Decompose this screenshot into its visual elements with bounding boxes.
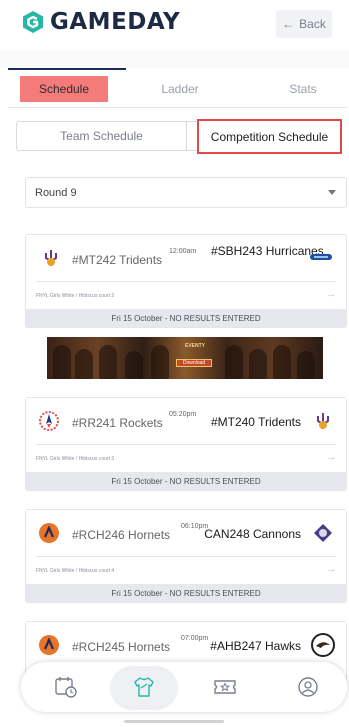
schedule-type-toggle: Team Schedule Competition Schedule	[16, 119, 342, 154]
home-indicator	[124, 720, 224, 723]
away-team-name: #AHB247 Hawks	[210, 639, 301, 653]
cannons-logo-icon	[314, 524, 332, 542]
hornets-logo-icon	[39, 635, 59, 655]
ad-banner[interactable]: EVENTY Download	[47, 337, 323, 379]
match-result-status: Fri 15 October - NO RESULTS ENTERED	[26, 309, 346, 327]
jersey-icon[interactable]	[132, 676, 156, 698]
ticket-star-icon[interactable]	[213, 676, 237, 698]
away-team-name: #MT240 Tridents	[210, 415, 301, 429]
match-card[interactable]: #RCH246 Hornets 06:10pm CAN248 Cannons F…	[25, 509, 347, 603]
home-team-name: #RCH246 Hornets	[72, 528, 171, 542]
brand-name: GAMEDAY	[50, 9, 181, 35]
active-tab-indicator	[8, 68, 126, 70]
match-venue: FNYL Girls White / Hibiscus court 3	[36, 456, 115, 462]
card-divider	[36, 444, 336, 445]
round-select-value: Round 9	[35, 186, 77, 199]
app-header: GAMEDAY ← Back	[0, 0, 349, 50]
away-team-name: #SBH243 Hurricanes	[211, 244, 324, 258]
tridents-logo-icon	[317, 413, 329, 429]
back-button[interactable]: ← Back	[276, 10, 332, 38]
match-time: 05:20pm	[169, 411, 197, 418]
match-venue: FNYL Girls White / Hibiscus court 4	[36, 568, 115, 574]
tab-ladder[interactable]: Ladder	[140, 76, 220, 102]
match-card[interactable]: #RR241 Rockets 05:20pm #MT240 Tridents F…	[25, 397, 347, 491]
team-schedule-button[interactable]: Team Schedule	[17, 122, 187, 150]
arrow-right-icon[interactable]: →	[326, 289, 336, 300]
match-time: 12:00am	[169, 248, 197, 255]
gameday-logo-icon	[23, 11, 43, 33]
hawks-logo-icon	[311, 633, 335, 657]
arrow-left-icon: ←	[282, 17, 295, 31]
tab-schedule[interactable]: Schedule	[20, 76, 108, 102]
hornets-logo-icon	[39, 523, 59, 543]
ad-download-button[interactable]: Download	[176, 359, 212, 367]
match-card[interactable]: #MT242 Tridents 12:00am #SBH243 Hurrican…	[25, 234, 347, 328]
home-team-name: #RCH245 Hornets	[72, 640, 171, 654]
arrow-right-icon[interactable]: →	[326, 452, 336, 463]
match-venue: FNYL Girls White / Hibiscus court 2	[36, 293, 115, 299]
arrow-right-icon[interactable]: →	[326, 564, 336, 575]
tridents-logo-icon	[45, 250, 57, 266]
caret-down-icon	[328, 190, 336, 195]
match-result-status: Fri 15 October - NO RESULTS ENTERED	[26, 584, 346, 602]
gameday-logo: GAMEDAY	[22, 9, 180, 35]
ad-title: EVENTY	[184, 343, 205, 349]
main-tabs: Schedule Ladder Stats	[8, 68, 347, 108]
home-team-name: #MT242 Tridents	[72, 253, 163, 267]
match-result-status: Fri 15 October - NO RESULTS ENTERED	[26, 472, 346, 490]
hurricanes-logo-icon	[310, 254, 332, 260]
calendar-clock-icon[interactable]	[54, 676, 78, 698]
competition-schedule-button[interactable]: Competition Schedule	[197, 119, 342, 154]
rockets-logo-icon	[39, 411, 59, 431]
header-spacer	[0, 50, 349, 68]
back-label: Back	[299, 17, 326, 31]
card-divider	[36, 281, 336, 282]
tab-stats[interactable]: Stats	[268, 76, 338, 102]
bottom-navigation	[21, 662, 347, 712]
card-divider	[36, 556, 336, 557]
away-team-name: CAN248 Cannons	[204, 527, 301, 541]
user-icon[interactable]	[296, 676, 320, 698]
round-select[interactable]: Round 9	[25, 177, 347, 208]
home-team-name: #RR241 Rockets	[72, 416, 163, 430]
